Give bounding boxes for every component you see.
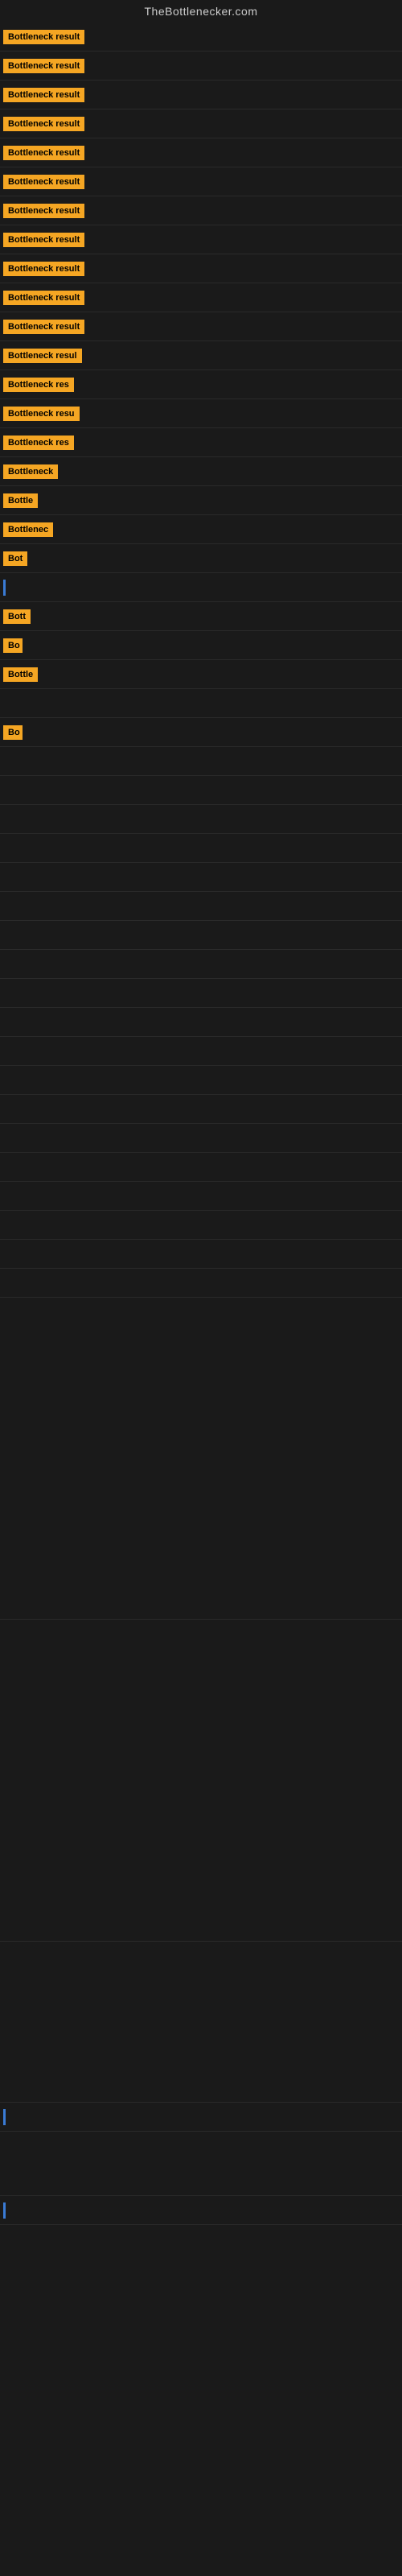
table-row bbox=[0, 2196, 402, 2225]
table-row: Bottleneck result bbox=[0, 225, 402, 254]
table-row bbox=[0, 776, 402, 805]
table-row: Bott bbox=[0, 602, 402, 631]
table-row bbox=[0, 979, 402, 1008]
table-row bbox=[0, 747, 402, 776]
table-row: Bottleneck result bbox=[0, 23, 402, 52]
table-row bbox=[0, 834, 402, 863]
bottleneck-badge[interactable]: Bottleneck result bbox=[3, 204, 84, 218]
bottleneck-badge[interactable]: Bottleneck result bbox=[3, 233, 84, 247]
table-row bbox=[0, 1008, 402, 1037]
bottleneck-badge[interactable]: Bottleneck result bbox=[3, 59, 84, 73]
table-row: Bottleneck result bbox=[0, 167, 402, 196]
table-row: Bo bbox=[0, 631, 402, 660]
table-row bbox=[0, 1153, 402, 1182]
table-row bbox=[0, 689, 402, 718]
bottleneck-badge[interactable]: Bottle bbox=[3, 667, 38, 682]
table-row bbox=[0, 1124, 402, 1153]
bottleneck-badge[interactable]: Bottleneck resu bbox=[3, 407, 80, 421]
vertical-bar-indicator bbox=[3, 2202, 6, 2219]
table-row: Bottleneck resul bbox=[0, 341, 402, 370]
site-title: TheBottlenecker.com bbox=[0, 0, 402, 23]
table-row bbox=[0, 1095, 402, 1124]
table-row: Bottleneck result bbox=[0, 312, 402, 341]
bottleneck-badge[interactable]: Bottleneck result bbox=[3, 320, 84, 334]
table-row: Bottleneck result bbox=[0, 138, 402, 167]
table-row bbox=[0, 573, 402, 602]
vertical-bar-indicator bbox=[3, 2109, 6, 2125]
bottleneck-badge[interactable]: Bottleneck resul bbox=[3, 349, 82, 363]
vertical-bar-indicator bbox=[3, 580, 6, 596]
bottleneck-badge[interactable]: Bottleneck result bbox=[3, 88, 84, 102]
bottleneck-badge[interactable]: Bottlenec bbox=[3, 522, 53, 537]
bottleneck-badge[interactable]: Bot bbox=[3, 551, 27, 566]
table-row: Bottleneck res bbox=[0, 370, 402, 399]
bottleneck-badge[interactable]: Bo bbox=[3, 725, 23, 740]
table-row bbox=[0, 1240, 402, 1269]
table-row bbox=[0, 892, 402, 921]
table-row bbox=[0, 1211, 402, 1240]
table-row bbox=[0, 950, 402, 979]
table-row bbox=[0, 1066, 402, 1095]
bottleneck-badge[interactable]: Bottleneck res bbox=[3, 436, 74, 450]
bottleneck-badge[interactable]: Bottleneck result bbox=[3, 262, 84, 276]
table-row: Bottleneck result bbox=[0, 254, 402, 283]
table-row: Bottle bbox=[0, 486, 402, 515]
empty-section-1 bbox=[0, 1298, 402, 1620]
bottleneck-badge[interactable]: Bo bbox=[3, 638, 23, 653]
page-container: TheBottlenecker.com Bottleneck result Bo… bbox=[0, 0, 402, 2576]
table-row: Bottleneck res bbox=[0, 428, 402, 457]
table-row: Bottleneck result bbox=[0, 283, 402, 312]
table-row bbox=[0, 2103, 402, 2132]
empty-section-3 bbox=[0, 1942, 402, 2103]
bottleneck-badge[interactable]: Bottleneck bbox=[3, 464, 58, 479]
bottleneck-badge[interactable]: Bott bbox=[3, 609, 31, 624]
table-row: Bottle bbox=[0, 660, 402, 689]
table-row: Bottlenec bbox=[0, 515, 402, 544]
table-row bbox=[0, 805, 402, 834]
bottleneck-badge[interactable]: Bottle bbox=[3, 493, 38, 508]
table-row bbox=[0, 1037, 402, 1066]
table-row: Bo bbox=[0, 718, 402, 747]
bottleneck-badge[interactable]: Bottleneck result bbox=[3, 291, 84, 305]
bottleneck-badge[interactable]: Bottleneck res bbox=[3, 378, 74, 392]
table-row: Bottleneck resu bbox=[0, 399, 402, 428]
table-row: Bottleneck result bbox=[0, 109, 402, 138]
bottleneck-badge[interactable]: Bottleneck result bbox=[3, 30, 84, 44]
empty-section-2 bbox=[0, 1620, 402, 1942]
table-row bbox=[0, 1269, 402, 1298]
bottleneck-badge[interactable]: Bottleneck result bbox=[3, 175, 84, 189]
table-row bbox=[0, 921, 402, 950]
table-row bbox=[0, 1182, 402, 1211]
table-row: Bottleneck result bbox=[0, 196, 402, 225]
table-row: Bottleneck result bbox=[0, 52, 402, 80]
bottleneck-badge[interactable]: Bottleneck result bbox=[3, 117, 84, 131]
table-row: Bottleneck result bbox=[0, 80, 402, 109]
bottleneck-badge[interactable]: Bottleneck result bbox=[3, 146, 84, 160]
empty-section-4 bbox=[0, 2132, 402, 2196]
table-row: Bot bbox=[0, 544, 402, 573]
table-row bbox=[0, 863, 402, 892]
table-row: Bottleneck bbox=[0, 457, 402, 486]
